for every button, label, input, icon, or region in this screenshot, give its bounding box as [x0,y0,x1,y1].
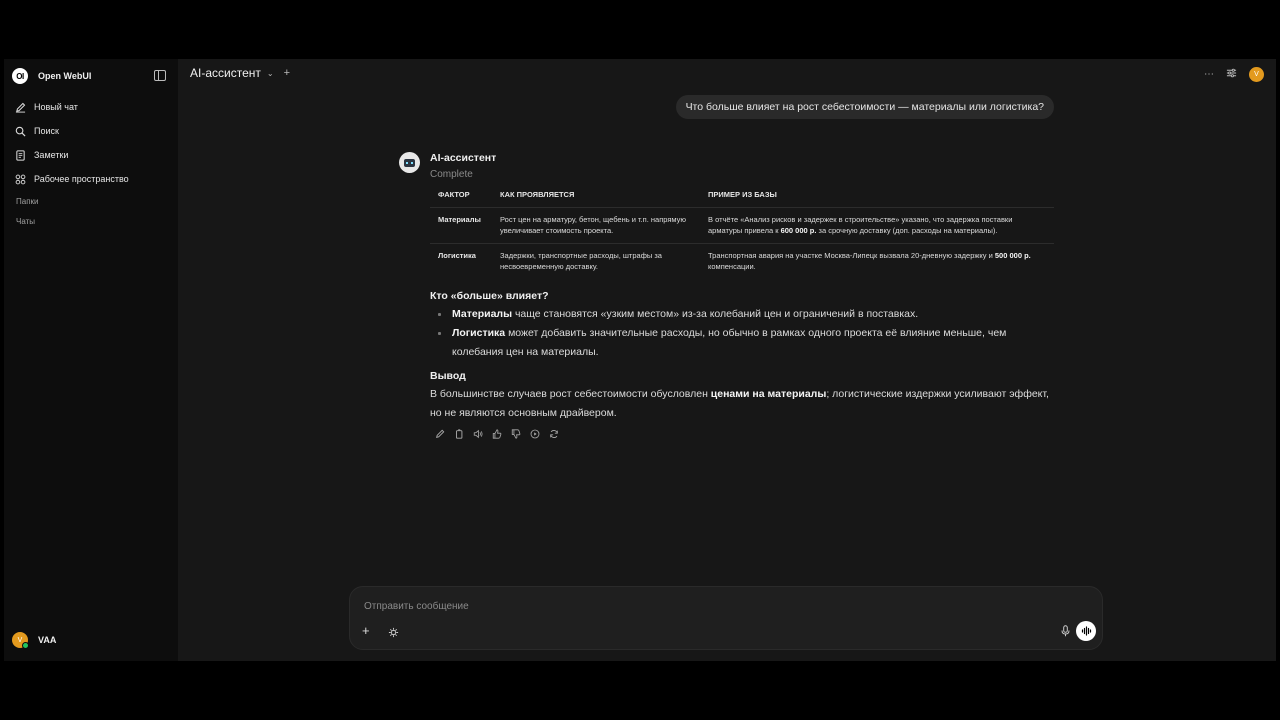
table-row: Материалы Рост цен на арматуру, бетон, щ… [430,207,1054,244]
conclusion-paragraph: В большинстве случаев рост себестоимости… [430,388,1049,419]
sidebar-item-notes[interactable]: Заметки [14,143,172,167]
sidebar-item-search[interactable]: Поиск [14,119,172,143]
table-header-cell: КАК ПРОЯВЛЯЕТСЯ [492,186,700,208]
speaker-icon[interactable] [472,428,484,440]
edit-icon[interactable] [434,428,446,440]
folders-section-label[interactable]: Папки [16,197,39,206]
sidebar-item-workspace[interactable]: Рабочее пространство [14,167,172,191]
tools-icon[interactable] [388,625,399,643]
table-header-row: ФАКТОР КАК ПРОЯВЛЯЕТСЯ ПРИМЕР ИЗ БАЗЫ [430,186,1054,208]
copy-icon[interactable] [453,428,465,440]
user-avatar: V [12,632,29,649]
avatar-initial: V [17,636,23,644]
bullet-list: Материалы чаще становятся «узким местом»… [430,305,1054,362]
section-heading: Кто «больше» влияет? [430,290,549,302]
chevron-down-icon: ⌄ [266,68,274,78]
assistant-status: Complete [430,169,473,180]
notes-icon [14,149,26,161]
table-cell-factor: Материалы [430,207,492,244]
table-cell-effect: Задержки, транспортные расходы, штрафы з… [500,251,662,271]
table-cell-example: В отчёте «Анализ рисков и задержек в стр… [700,207,1054,244]
sidebar: OI Open WebUI Новый чат Поиск Заметки Ра… [4,59,178,661]
factors-table: ФАКТОР КАК ПРОЯВЛЯЕТСЯ ПРИМЕР ИЗ БАЗЫ Ма… [430,186,1054,279]
header-avatar[interactable]: V [1249,66,1264,82]
list-item: Материалы чаще становятся «узким местом»… [430,305,1054,324]
sidebar-item-new-chat[interactable]: Новый чат [14,95,172,119]
edit-icon [14,101,26,113]
more-options-icon[interactable]: ⋯ [1204,69,1214,80]
model-name: AI-ассистент [190,66,261,80]
table-row: Логистика Задержки, транспортные расходы… [430,244,1054,280]
message-input[interactable] [362,597,1046,615]
sidebar-item-label: Заметки [34,150,69,160]
table-cell-example: Транспортная авария на участке Москва-Ли… [708,251,1031,271]
table-cell-factor: Логистика [438,251,476,260]
voice-mode-button[interactable] [1076,621,1096,641]
sidebar-item-label: Рабочее пространство [34,174,129,184]
assistant-avatar-icon [399,152,420,173]
microphone-icon[interactable] [1061,624,1070,642]
regenerate-icon[interactable] [548,428,560,440]
assistant-name: AI-ассистент [430,152,497,164]
sidebar-item-label: Поиск [34,126,59,136]
table-cell-effect: Рост цен на арматуру, бетон, щебень и т.… [492,207,700,244]
continue-icon[interactable] [529,428,541,440]
header-actions: ⋯ V [1204,65,1264,83]
search-icon [14,125,26,137]
model-selector[interactable]: AI-ассистент ⌄ + [190,66,290,80]
controls-icon[interactable] [1226,65,1237,83]
sidebar-toggle-icon[interactable] [154,70,166,81]
add-attachment-button[interactable]: + [362,623,370,638]
sidebar-nav: Новый чат Поиск Заметки Рабочее простран… [14,95,172,191]
sidebar-item-label: Новый чат [34,102,78,112]
user-message: Что больше влияет на рост себестоимости … [675,95,1054,119]
list-item: Логистика может добавить значительные ра… [430,324,1054,362]
message-actions [434,428,560,440]
online-status-dot [22,642,29,649]
table-header-cell: ПРИМЕР ИЗ БАЗЫ [700,186,1054,208]
brand: OI Open WebUI [12,67,170,85]
table-header-cell: ФАКТОР [430,186,492,208]
brand-name: Open WebUI [38,71,92,81]
open-webui-logo: OI [12,68,28,84]
add-model-icon[interactable]: + [284,67,290,79]
user-name: VAA [38,635,57,645]
workspace-icon [14,173,26,185]
thumbs-up-icon[interactable] [491,428,503,440]
user-menu[interactable]: V VAA [12,632,57,649]
chats-section-label[interactable]: Чаты [16,217,35,226]
app-window: OI Open WebUI Новый чат Поиск Заметки Ра… [4,59,1276,661]
thumbs-down-icon[interactable] [510,428,522,440]
message-composer: + [349,586,1103,650]
conclusion-heading: Вывод [430,370,466,382]
